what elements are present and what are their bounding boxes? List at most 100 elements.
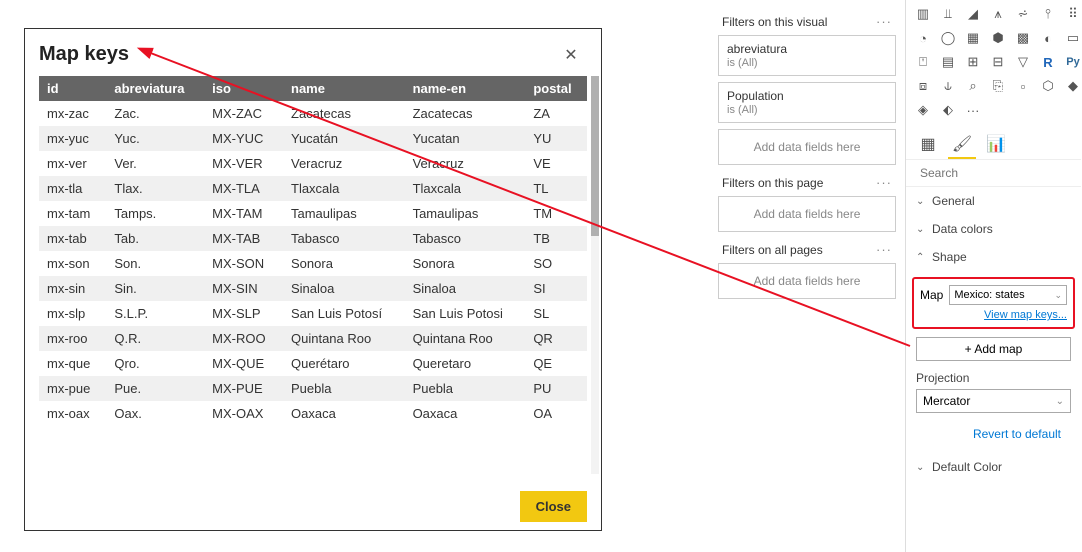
cell-iso: MX-PUE: [204, 376, 283, 401]
section-general[interactable]: ⌄ General: [906, 187, 1081, 215]
col-id[interactable]: id: [39, 76, 106, 101]
revert-to-default-link[interactable]: Revert to default: [916, 427, 1061, 441]
cell-abrev: Tab.: [106, 226, 204, 251]
viz-stacked-bar-icon[interactable]: ▥: [912, 3, 934, 25]
cell-name: Zacatecas: [283, 101, 405, 126]
viz-qa-icon[interactable]: ⌕: [962, 75, 984, 97]
viz-card-icon[interactable]: ▭: [1062, 27, 1082, 49]
table-row[interactable]: mx-yucYuc.MX-YUCYucatánYucatanYU: [39, 126, 587, 151]
tab-format-icon[interactable]: 🖌: [948, 131, 976, 159]
col-iso[interactable]: iso: [204, 76, 283, 101]
viz-scatter-icon[interactable]: ⠿: [1062, 3, 1082, 25]
viz-waterfall-icon[interactable]: ⫯: [1037, 3, 1059, 25]
viz-python-icon[interactable]: Py: [1062, 51, 1082, 73]
viz-custom1-icon[interactable]: ◈: [912, 99, 934, 121]
section-data-colors[interactable]: ⌄ Data colors: [906, 215, 1081, 243]
viz-kpi-icon[interactable]: ⍞: [912, 51, 934, 73]
add-map-button[interactable]: + Add map: [916, 337, 1071, 361]
close-icon[interactable]: ✕: [559, 45, 583, 65]
cell-name_en: Sonora: [405, 251, 526, 276]
viz-pie-icon[interactable]: ◔: [912, 27, 934, 49]
viz-tree-icon[interactable]: ▦: [962, 27, 984, 49]
cell-id: mx-zac: [39, 101, 106, 126]
map-select[interactable]: Mexico: states ⌄: [949, 285, 1067, 305]
viz-map-icon[interactable]: ⬢: [987, 27, 1009, 49]
table-row[interactable]: mx-tamTamps.MX-TAMTamaulipasTamaulipasTM: [39, 201, 587, 226]
viz-table-icon[interactable]: ⊞: [962, 51, 984, 73]
filter-drop-visual[interactable]: Add data fields here: [718, 129, 896, 165]
viz-gauge-icon[interactable]: ◐: [1037, 27, 1059, 49]
col-name-en[interactable]: name-en: [405, 76, 526, 101]
viz-arcgis-icon[interactable]: ⬡: [1037, 75, 1059, 97]
viz-powerapps-icon[interactable]: ◆: [1062, 75, 1082, 97]
filter-card-population[interactable]: Population is (All): [718, 82, 896, 123]
close-button[interactable]: Close: [520, 491, 587, 522]
filter-card-abreviatura[interactable]: abreviatura is (All): [718, 35, 896, 76]
viz-key-influencers-icon[interactable]: ⧈: [912, 75, 934, 97]
table-row[interactable]: mx-oaxOax.MX-OAXOaxacaOaxacaOA: [39, 401, 587, 426]
table-row[interactable]: mx-sonSon.MX-SONSonoraSonoraSO: [39, 251, 587, 276]
viz-slicer-icon[interactable]: ▤: [937, 51, 959, 73]
cell-abrev: Son.: [106, 251, 204, 276]
view-map-keys-link[interactable]: View map keys...: [920, 309, 1067, 321]
scrollbar-track[interactable]: [591, 76, 599, 474]
viz-donut-icon[interactable]: ◯: [937, 27, 959, 49]
table-row[interactable]: mx-sinSin.MX-SINSinaloaSinaloaSI: [39, 276, 587, 301]
chevron-down-icon: ⌄: [916, 224, 926, 235]
cell-id: mx-tam: [39, 201, 106, 226]
projection-select[interactable]: Mercator ⌄: [916, 389, 1071, 413]
table-row[interactable]: mx-tlaTlax.MX-TLATlaxcalaTlaxcalaTL: [39, 176, 587, 201]
cell-abrev: Oax.: [106, 401, 204, 426]
table-row[interactable]: mx-rooQ.R.MX-ROOQuintana RooQuintana Roo…: [39, 326, 587, 351]
filter-drop-page[interactable]: Add data fields here: [718, 196, 896, 232]
viz-combo-icon[interactable]: ⩚: [987, 3, 1009, 25]
viz-r-icon[interactable]: R: [1037, 51, 1059, 73]
scrollbar-thumb[interactable]: [591, 76, 599, 236]
cell-postal: QE: [525, 351, 587, 376]
table-header-row: id abreviatura iso name name-en postal: [39, 76, 587, 101]
table-row[interactable]: mx-slpS.L.P.MX-SLPSan Luis PotosíSan Lui…: [39, 301, 587, 326]
cell-iso: MX-SLP: [204, 301, 283, 326]
viz-ribbon-icon[interactable]: ⩫: [1012, 3, 1034, 25]
cell-name: Puebla: [283, 376, 405, 401]
tab-fields-icon[interactable]: ▦: [914, 131, 942, 159]
viz-matrix-icon[interactable]: ⊟: [987, 51, 1009, 73]
viz-more-icon[interactable]: ···: [962, 99, 984, 121]
section-default-color[interactable]: ⌄ Default Color: [906, 453, 1081, 481]
cell-name_en: Veracruz: [405, 151, 526, 176]
table-row[interactable]: mx-tabTab.MX-TABTabascoTabascoTB: [39, 226, 587, 251]
projection-value: Mercator: [923, 394, 970, 408]
cell-id: mx-tab: [39, 226, 106, 251]
cell-name_en: San Luis Potosi: [405, 301, 526, 326]
viz-narrative-icon[interactable]: ⎘: [987, 75, 1009, 97]
search-input[interactable]: [920, 166, 1075, 180]
cell-id: mx-son: [39, 251, 106, 276]
viz-paginated-icon[interactable]: ▫: [1012, 75, 1034, 97]
cell-postal: QR: [525, 326, 587, 351]
col-abreviatura[interactable]: abreviatura: [106, 76, 204, 101]
viz-decomp-icon[interactable]: ⫝: [937, 75, 959, 97]
viz-filled-map-icon[interactable]: ▩: [1012, 27, 1034, 49]
filter-drop-allpages[interactable]: Add data fields here: [718, 263, 896, 299]
search-row[interactable]: [906, 160, 1081, 187]
cell-abrev: S.L.P.: [106, 301, 204, 326]
cell-name: Veracruz: [283, 151, 405, 176]
filters-page-title: Filters on this page: [722, 176, 823, 190]
section-shape[interactable]: ⌃ Shape: [906, 243, 1081, 271]
more-icon[interactable]: ···: [876, 242, 892, 257]
col-postal[interactable]: postal: [525, 76, 587, 101]
more-icon[interactable]: ···: [876, 14, 892, 29]
table-row[interactable]: mx-puePue.MX-PUEPueblaPueblaPU: [39, 376, 587, 401]
more-icon[interactable]: ···: [876, 175, 892, 190]
table-row[interactable]: mx-zacZac.MX-ZACZacatecasZacatecasZA: [39, 101, 587, 126]
viz-line-icon[interactable]: ⫫: [937, 3, 959, 25]
col-name[interactable]: name: [283, 76, 405, 101]
tab-analytics-icon[interactable]: 📊: [982, 131, 1010, 159]
viz-funnel-icon[interactable]: ▽: [1012, 51, 1034, 73]
viz-area-icon[interactable]: ◢: [962, 3, 984, 25]
table-row[interactable]: mx-queQro.MX-QUEQuerétaroQueretaroQE: [39, 351, 587, 376]
viz-custom2-icon[interactable]: ⬖: [937, 99, 959, 121]
map-select-value: Mexico: states: [954, 289, 1024, 301]
table-row[interactable]: mx-verVer.MX-VERVeracruzVeracruzVE: [39, 151, 587, 176]
chevron-down-icon: ⌄: [916, 462, 926, 473]
